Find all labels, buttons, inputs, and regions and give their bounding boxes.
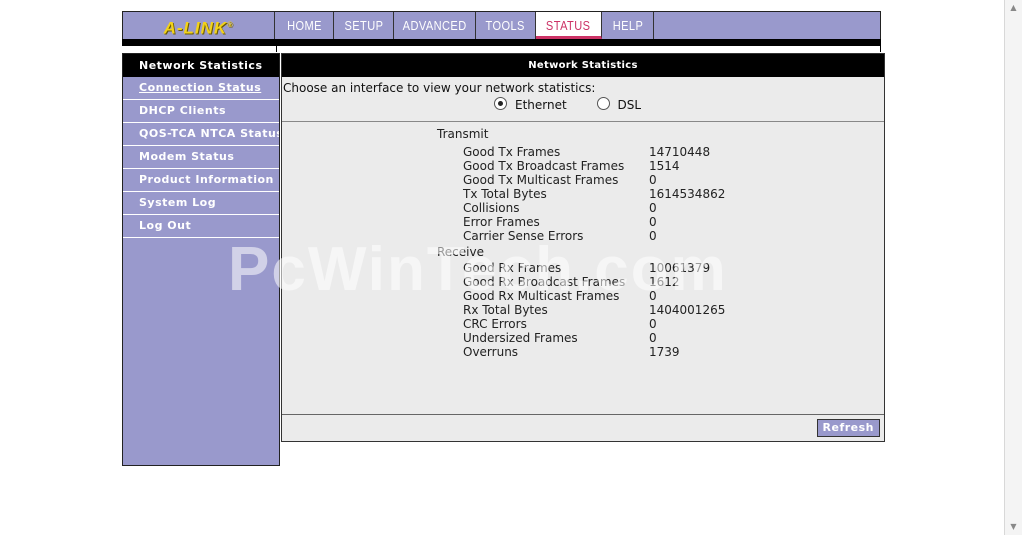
receive-row: Overruns 1739 (463, 345, 763, 359)
radio-ethernet-label: Ethernet (515, 98, 567, 112)
transmit-row: Tx Total Bytes 1614534862 (463, 187, 763, 201)
sidebar-item-system-log[interactable]: System Log (123, 192, 279, 215)
sidebar-header: Network Statistics (123, 54, 279, 77)
stat-value: 1739 (649, 345, 680, 359)
interface-chooser: Choose an interface to view your network… (282, 77, 884, 122)
radio-dsl-label: DSL (617, 98, 642, 112)
tab-status[interactable]: STATUS (536, 12, 602, 39)
stat-value: 0 (649, 331, 657, 345)
scroll-down-arrow-icon[interactable]: ▼ (1005, 519, 1022, 535)
receive-row: Rx Total Bytes 1404001265 (463, 303, 763, 317)
stat-label: Good Tx Frames (463, 145, 561, 159)
stat-value: 0 (649, 317, 657, 331)
transmit-row: Good Tx Multicast Frames 0 (463, 173, 763, 187)
content-title: Network Statistics (282, 54, 884, 77)
sidebar-item-modem-status[interactable]: Modem Status (123, 146, 279, 169)
brand-logo[interactable]: A-LINK® (123, 12, 275, 39)
transmit-row: Collisions 0 (463, 201, 763, 215)
stat-label: CRC Errors (463, 317, 527, 331)
stat-value: 0 (649, 173, 657, 187)
tab-home[interactable]: HOME (275, 12, 334, 39)
stat-label: Collisions (463, 201, 520, 215)
transmit-row: Good Tx Frames 14710448 (463, 145, 763, 159)
sidebar-item-connection-status[interactable]: Connection Status (123, 77, 279, 100)
stat-label: Overruns (463, 345, 519, 359)
radio-checked-icon[interactable] (494, 97, 507, 110)
tab-help[interactable]: HELP (602, 12, 654, 39)
stat-value: 1404001265 (649, 303, 726, 317)
transmit-row: Good Tx Broadcast Frames 1514 (463, 159, 763, 173)
transmit-title: Transmit (437, 127, 489, 141)
sidebar-item-qos-tca-status[interactable]: QOS-TCA NTCA Status (123, 123, 279, 146)
content-footer: Refresh (282, 415, 884, 441)
stat-value: 0 (649, 215, 657, 229)
radio-dsl[interactable]: DSL (596, 97, 642, 112)
transmit-row: Error Frames 0 (463, 215, 763, 229)
interface-radio-group: Ethernet DSL (494, 97, 667, 112)
top-nav-bar: A-LINK® HOME SETUP ADVANCED TOOLS STATUS… (122, 11, 881, 40)
stat-label: Tx Total Bytes (463, 187, 547, 201)
stat-value: 1614534862 (649, 187, 726, 201)
watermark: PcWinTech.com (228, 235, 728, 304)
stat-label: Good Tx Broadcast Frames (463, 159, 625, 173)
nav-spacer (276, 46, 881, 52)
stat-label: Rx Total Bytes (463, 303, 548, 317)
stat-value: 14710448 (649, 145, 711, 159)
sidebar-item-dhcp-clients[interactable]: DHCP Clients (123, 100, 279, 123)
nav-divider (122, 39, 881, 46)
chooser-label: Choose an interface to view your network… (283, 81, 596, 95)
page-scrollbar[interactable]: ▲ ▼ (1004, 0, 1022, 535)
tab-tools[interactable]: TOOLS (476, 12, 536, 39)
tab-advanced[interactable]: ADVANCED (394, 12, 476, 39)
stat-label: Good Tx Multicast Frames (463, 173, 619, 187)
sidebar-item-product-information[interactable]: Product Information (123, 169, 279, 192)
stat-value: 1514 (649, 159, 680, 173)
radio-unchecked-icon[interactable] (596, 97, 610, 110)
radio-ethernet[interactable]: Ethernet (494, 97, 567, 112)
stat-label: Undersized Frames (463, 331, 578, 345)
stat-value: 0 (649, 201, 657, 215)
refresh-button[interactable]: Refresh (816, 419, 880, 437)
receive-row: CRC Errors 0 (463, 317, 763, 331)
tab-setup[interactable]: SETUP (334, 12, 394, 39)
receive-row: Undersized Frames 0 (463, 331, 763, 345)
scroll-up-arrow-icon[interactable]: ▲ (1005, 0, 1022, 16)
stat-label: Error Frames (463, 215, 540, 229)
